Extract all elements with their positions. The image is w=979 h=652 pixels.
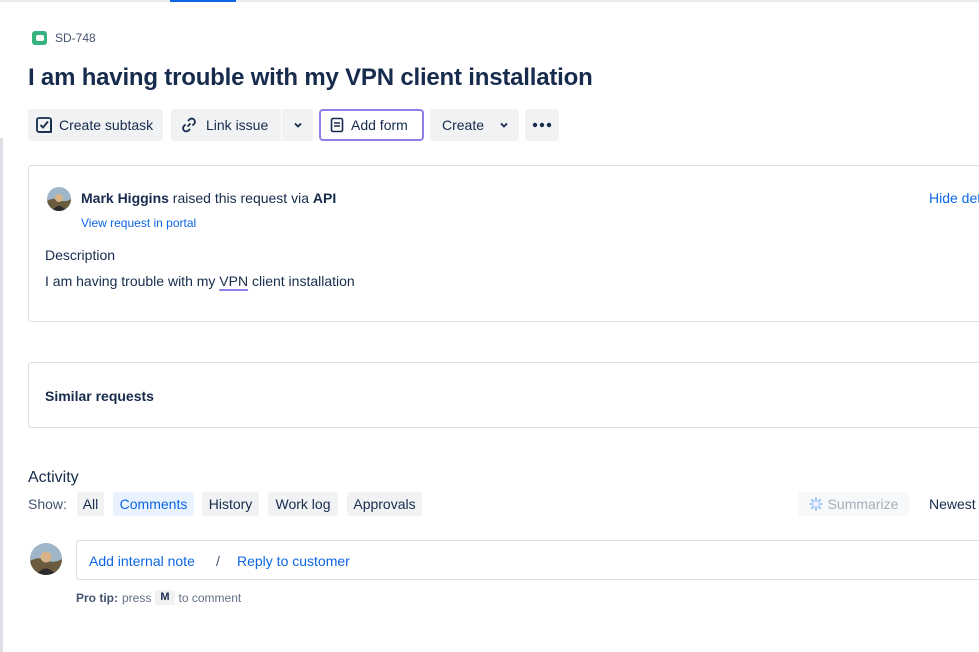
issue-breadcrumb[interactable]: SD-748: [32, 31, 96, 45]
pro-tip: Pro tip: press M to comment: [76, 590, 241, 605]
chevron-down-icon: [500, 122, 508, 128]
left-scroll-edge: [0, 138, 3, 652]
more-actions-button[interactable]: [525, 109, 559, 141]
description-label: Description: [45, 247, 116, 263]
similar-requests-title: Similar requests: [45, 388, 154, 404]
filter-approvals[interactable]: Approvals: [347, 492, 422, 516]
subtask-icon: [36, 117, 52, 133]
summarize-button[interactable]: Summarize: [798, 492, 909, 516]
top-tab-underline: [0, 0, 979, 2]
description-before: I am having trouble with my: [45, 273, 220, 289]
protip-suffix: to comment: [178, 590, 242, 605]
similar-requests-panel[interactable]: Similar requests: [28, 362, 979, 428]
link-issue-button[interactable]: Link issue: [171, 109, 281, 141]
more-icon: [532, 122, 552, 128]
link-issue-label: Link issue: [206, 117, 269, 133]
add-form-button[interactable]: Add form: [319, 109, 424, 141]
protip-press: press: [122, 590, 152, 605]
add-internal-note-link[interactable]: Add internal note: [89, 553, 195, 569]
filter-comments[interactable]: Comments: [113, 492, 194, 516]
active-tab-indicator: [170, 0, 236, 2]
raised-text: raised this request via: [172, 190, 309, 206]
description-after: client installation: [248, 273, 355, 289]
link-issue-dropdown[interactable]: [281, 109, 313, 141]
reporter-name[interactable]: Mark Higgins: [81, 190, 169, 206]
add-form-label: Add form: [351, 117, 408, 133]
request-channel: API: [312, 190, 337, 206]
issue-key[interactable]: SD-748: [55, 31, 96, 45]
description-highlight: VPN: [219, 273, 249, 289]
raised-by-text: Mark Higgins raised this request via API: [81, 190, 336, 206]
link-icon: [182, 117, 196, 133]
service-request-icon: [32, 31, 47, 45]
request-details-panel: Mark Higgins raised this request via API…: [28, 165, 979, 322]
shortcut-key: M: [155, 590, 175, 605]
view-in-portal-link[interactable]: View request in portal: [81, 216, 196, 230]
reply-to-customer-link[interactable]: Reply to customer: [237, 553, 350, 569]
activity-filter-bar: Show: All Comments History Work log Appr…: [28, 492, 979, 516]
issue-title[interactable]: I am having trouble with my VPN client i…: [28, 64, 593, 92]
filter-work-log[interactable]: Work log: [268, 492, 338, 516]
current-user-avatar[interactable]: [30, 543, 62, 575]
activity-heading: Activity: [28, 469, 79, 486]
sort-order-toggle[interactable]: Newest first: [929, 496, 979, 512]
create-dropdown-button[interactable]: Create: [430, 109, 519, 141]
show-label: Show:: [28, 496, 67, 512]
description-text[interactable]: I am having trouble with my VPN client i…: [45, 273, 355, 289]
protip-label: Pro tip:: [76, 590, 118, 605]
form-icon: [330, 117, 344, 133]
comment-editor[interactable]: Add internal note / Reply to customer: [76, 540, 979, 580]
create-label: Create: [442, 117, 485, 133]
create-subtask-label: Create subtask: [59, 117, 154, 133]
create-subtask-button[interactable]: Create subtask: [28, 109, 163, 141]
filter-history[interactable]: History: [202, 492, 259, 516]
chevron-down-icon: [293, 122, 302, 128]
summarize-label: Summarize: [827, 496, 899, 512]
avatar[interactable]: [47, 187, 71, 211]
comment-separator: /: [216, 553, 220, 569]
filter-all[interactable]: All: [77, 492, 104, 516]
sparkle-icon: [808, 497, 823, 511]
hide-details-link[interactable]: Hide details: [929, 190, 979, 206]
